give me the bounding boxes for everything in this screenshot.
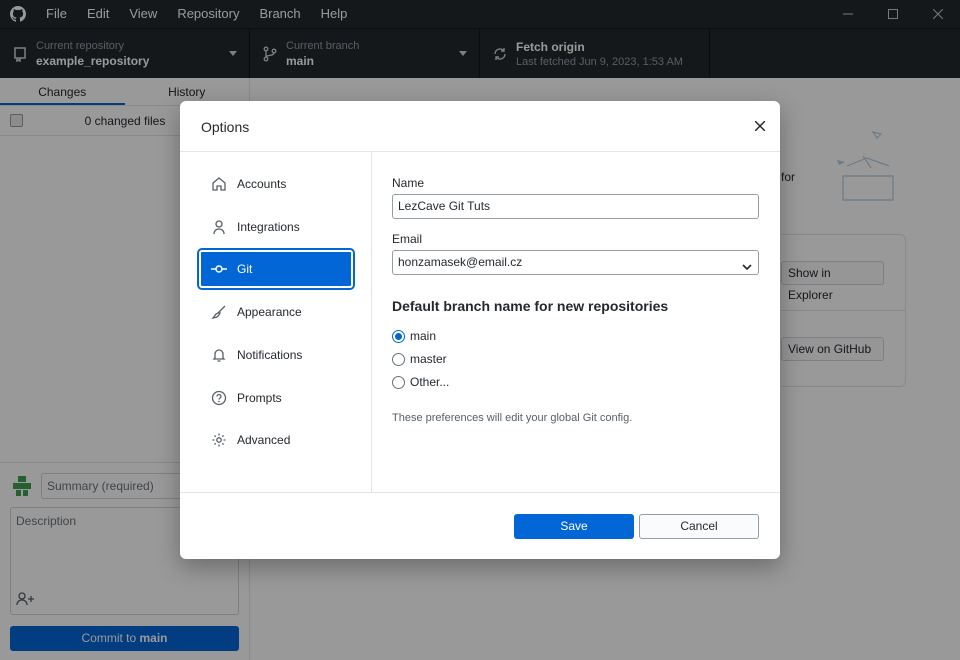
bell-icon [210,346,228,364]
nav-label: Integrations [237,220,300,234]
nav-prompts[interactable]: Prompts [199,379,353,417]
dialog-footer: Save Cancel [180,492,780,559]
options-nav: Accounts Integrations Git Appearance Not… [180,152,372,492]
question-icon [210,389,228,407]
radio-label: main [410,329,437,343]
nav-label: Prompts [237,391,282,405]
email-label: Email [392,232,423,246]
nav-advanced[interactable]: Advanced [199,421,353,459]
nav-label: Appearance [237,305,302,319]
radio-main[interactable]: main [392,329,436,343]
default-branch-heading: Default branch name for new repositories [392,298,669,314]
git-commit-icon [210,260,228,278]
git-settings-panel: Name LezCave Git Tuts Email honzamasek@e… [392,152,760,492]
nav-git[interactable]: Git [199,250,353,288]
nav-label: Notifications [237,348,303,362]
nav-notifications[interactable]: Notifications [199,336,353,374]
radio-button[interactable] [392,352,405,366]
radio-master[interactable]: master [392,352,447,366]
gear-icon [210,431,228,449]
nav-integrations[interactable]: Integrations [199,208,353,246]
nav-label: Git [237,262,253,276]
radio-button-checked[interactable] [392,329,405,343]
radio-label: Other... [410,375,450,389]
dialog-title: Options [201,119,250,135]
person-icon [210,218,228,236]
home-icon [210,175,228,193]
config-note: These preferences will edit your global … [392,412,633,424]
radio-button[interactable] [392,375,405,389]
close-icon[interactable] [752,118,768,134]
chevron-down-icon [742,257,752,280]
nav-accounts[interactable]: Accounts [199,165,353,203]
name-input[interactable]: LezCave Git Tuts [392,194,759,219]
radio-label: master [410,352,447,366]
nav-label: Accounts [237,177,287,191]
name-label: Name [392,176,425,190]
save-button[interactable]: Save [514,514,634,539]
email-select[interactable]: honzamasek@email.cz [392,250,759,275]
email-value: honzamasek@email.cz [398,255,523,269]
radio-other[interactable]: Other... [392,375,449,389]
nav-label: Advanced [237,433,291,447]
paintbrush-icon [210,303,228,321]
nav-appearance[interactable]: Appearance [199,293,353,331]
cancel-button[interactable]: Cancel [639,514,759,539]
options-dialog: Options Accounts Integrations Git Appear… [180,101,780,559]
